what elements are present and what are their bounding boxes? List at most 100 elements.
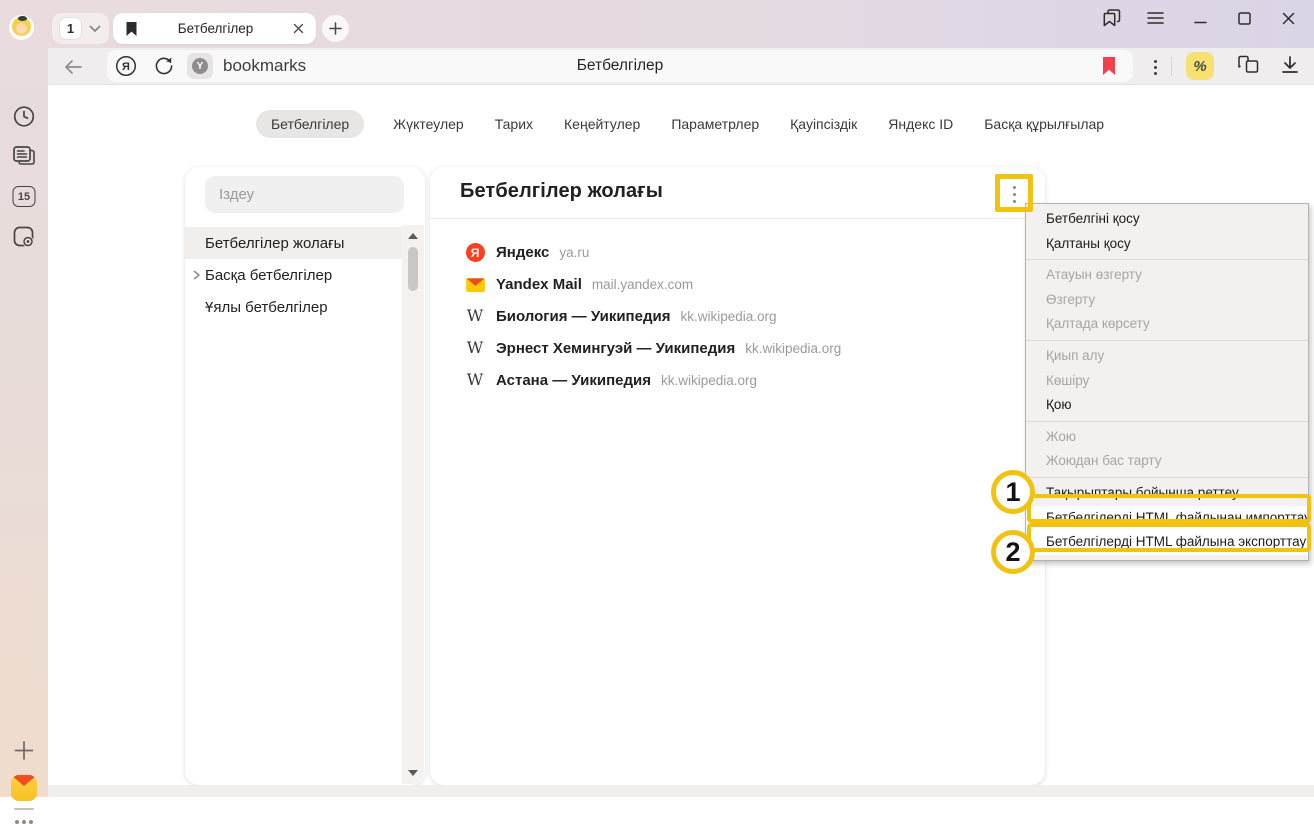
- bookmark-row-yandex-mail[interactable]: Yandex Mail mail.yandex.com: [430, 269, 1045, 301]
- yandex-search-button[interactable]: Я: [115, 55, 137, 77]
- menu-separator: [1026, 259, 1308, 260]
- ellipsis-icon: [15, 820, 33, 824]
- minimize-button[interactable]: [1189, 7, 1211, 29]
- bookmark-flag-icon: [1101, 56, 1117, 76]
- sidebar-item-bookmarks-bar[interactable]: Бетбелгілер жолағы: [185, 227, 402, 259]
- side-panel-button[interactable]: [1101, 7, 1123, 29]
- tab-settings[interactable]: Параметрлер: [669, 110, 761, 138]
- maximize-button[interactable]: [1233, 7, 1255, 29]
- sidebar-item-mobile-bookmarks[interactable]: Ұялы бетбелгілер: [185, 291, 402, 323]
- screenshot-camera-icon: [12, 225, 36, 249]
- toolbar-kebab-button[interactable]: [1143, 55, 1167, 79]
- tab-other-devices[interactable]: Басқа құрылғылар: [982, 110, 1106, 138]
- clock-icon: [13, 105, 36, 128]
- panel-title: Бетбелгілер жолағы: [460, 180, 663, 203]
- scroll-down-arrow[interactable]: [408, 770, 418, 776]
- tab-bookmarks[interactable]: Бетбелгілер: [256, 110, 364, 138]
- plus-icon: [14, 740, 35, 761]
- yandex-search-icon: Я: [115, 55, 137, 77]
- maximize-icon: [1237, 11, 1252, 26]
- rail-add-button[interactable]: [14, 740, 35, 761]
- bookmarks-panel: Бетбелгілер жолағы Я Яндекс ya.ru: [430, 167, 1045, 785]
- tab-yandex-id[interactable]: Яндекс ID: [886, 110, 955, 138]
- menu-item-add-bookmark[interactable]: Бетбелгіні қосу: [1026, 207, 1308, 232]
- menu-item-show-in-folder: Қалтада көрсету: [1026, 312, 1308, 337]
- highlight-export-item: [1027, 523, 1311, 552]
- menu-item-rename: Атауын өзгерту: [1026, 263, 1308, 288]
- scroll-up-arrow[interactable]: [408, 233, 418, 239]
- bookmark-favicon-icon: [125, 21, 138, 37]
- toolbar-divider: [1171, 57, 1172, 76]
- sidebar-scrollbar[interactable]: [402, 225, 424, 784]
- tab-security[interactable]: Қауіпсіздік: [788, 110, 859, 138]
- highlight-import-item: [1027, 494, 1311, 523]
- close-icon: [1281, 11, 1296, 26]
- annotation-step-2: 2: [991, 530, 1035, 574]
- bookmark-row-astana-wikipedia[interactable]: W Астана — Уикипедия kk.wikipedia.org: [430, 364, 1045, 396]
- browser-menu-button[interactable]: [1144, 7, 1166, 29]
- back-button[interactable]: [62, 56, 84, 78]
- tab-extensions[interactable]: Кеңейтулер: [562, 110, 642, 138]
- address-bar[interactable]: Я Y bookmarks Бетбелгілер: [107, 50, 1133, 82]
- settings-nav-tabs: Бетбелгілер Жүктеулер Тарих Кеңейтулер П…: [48, 110, 1314, 138]
- sidebar-item-other-bookmarks[interactable]: Басқа бетбелгілер: [185, 259, 402, 291]
- search-input[interactable]: [205, 176, 404, 213]
- profile-avatar[interactable]: [9, 15, 34, 40]
- page-title-in-bar: Бетбелгілер: [577, 50, 664, 82]
- minimize-icon: [1193, 11, 1208, 26]
- avatar-beret: [18, 16, 27, 21]
- collections-button[interactable]: [1236, 53, 1260, 77]
- address-toolbar: Я Y bookmarks Бетбелгілер %: [48, 48, 1314, 85]
- promo-percent-badge[interactable]: %: [1186, 52, 1214, 80]
- wikipedia-favicon-icon: W: [465, 338, 485, 358]
- bookmark-row-yandex[interactable]: Я Яндекс ya.ru: [430, 237, 1045, 269]
- browser-tab-bookmarks[interactable]: Бетбелгілер: [113, 13, 316, 44]
- back-arrow-icon: [63, 59, 83, 75]
- bookmark-row-hemingway-wikipedia[interactable]: W Эрнест Хемингуэй — Уикипедия kk.wikipe…: [430, 332, 1045, 364]
- history-button[interactable]: [13, 105, 36, 128]
- calendar-button[interactable]: 15: [13, 186, 36, 207]
- wikipedia-favicon-icon: W: [465, 370, 485, 390]
- menu-item-delete: Жою: [1026, 425, 1308, 450]
- menu-item-cut: Қиып алу: [1026, 344, 1308, 369]
- highlight-kebab-button: [995, 174, 1033, 212]
- screenshot-button[interactable]: [12, 225, 36, 249]
- tab-close-icon[interactable]: [293, 23, 304, 34]
- scrollbar-thumb[interactable]: [408, 247, 418, 291]
- panel-divider: [430, 218, 1045, 219]
- menu-item-copy: Көшіру: [1026, 369, 1308, 394]
- title-bar: 1 Бетбелгілер: [0, 0, 1314, 48]
- bookmark-row-biology-wikipedia[interactable]: W Биология — Уикипедия kk.wikipedia.org: [430, 301, 1045, 333]
- url-text[interactable]: bookmarks: [223, 50, 306, 82]
- menu-item-edit: Өзгерту: [1026, 288, 1308, 313]
- chevron-down-icon[interactable]: [89, 25, 101, 33]
- menu-item-add-folder[interactable]: Қалтаны қосу: [1026, 232, 1308, 257]
- tab-group-selector[interactable]: 1: [52, 13, 109, 44]
- new-tab-button[interactable]: [322, 15, 349, 42]
- downloads-button[interactable]: [1278, 53, 1302, 77]
- rail-more-button[interactable]: [15, 820, 33, 824]
- side-rail: 15: [0, 48, 48, 797]
- bookmark-flag-button[interactable]: [1101, 56, 1117, 76]
- feed-button[interactable]: [12, 145, 36, 167]
- panels-stack-icon: [1102, 9, 1122, 27]
- svg-text:Я: Я: [122, 61, 130, 73]
- tab-group-count-badge: 1: [59, 17, 82, 40]
- plus-icon: [329, 22, 342, 35]
- menu-item-undo-delete: Жоюдан бас тарту: [1026, 449, 1308, 474]
- close-window-button[interactable]: [1277, 7, 1299, 29]
- chevron-right-icon[interactable]: [191, 269, 201, 281]
- menu-separator: [1026, 340, 1308, 341]
- refresh-button[interactable]: [153, 55, 175, 77]
- calendar-icon: 15: [13, 186, 36, 207]
- refresh-icon: [153, 55, 175, 77]
- tab-downloads[interactable]: Жүктеулер: [391, 110, 466, 138]
- wikipedia-favicon-icon: W: [465, 306, 485, 326]
- yandex-mail-favicon-icon: [465, 275, 485, 295]
- download-icon: [1278, 53, 1302, 77]
- yandex-mail-app-button[interactable]: [11, 775, 37, 801]
- tab-history[interactable]: Тарих: [493, 110, 535, 138]
- menu-item-paste[interactable]: Қою: [1026, 393, 1308, 418]
- folders-sidebar: Бетбелгілер жолағы Басқа бетбелгілер Ұял…: [185, 167, 425, 785]
- site-favicon-badge: Y: [187, 53, 213, 79]
